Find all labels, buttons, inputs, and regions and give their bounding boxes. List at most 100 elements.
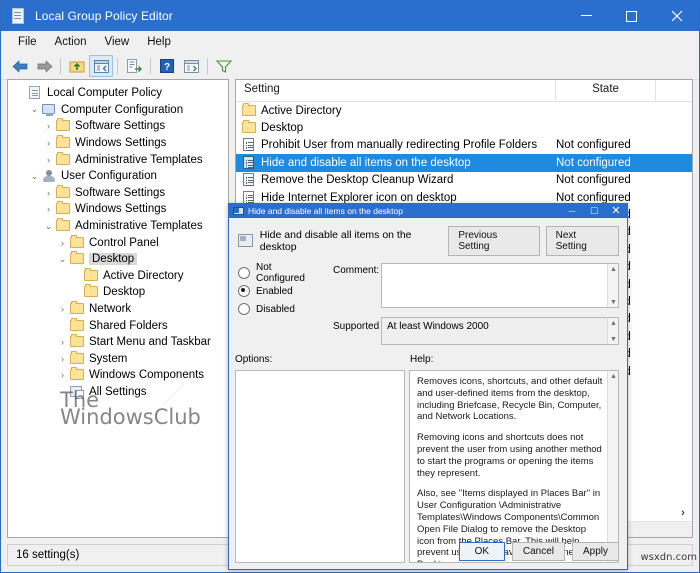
tree-item-all-settings[interactable]: All Settings bbox=[14, 384, 228, 401]
expander-icon[interactable]: ⌄ bbox=[28, 104, 41, 115]
list-cell-setting: Desktop bbox=[236, 121, 556, 135]
list-cell-state: Not configured bbox=[556, 192, 666, 204]
expander-icon[interactable]: › bbox=[56, 337, 69, 347]
show-hide-action-pane-icon[interactable] bbox=[179, 55, 203, 77]
expander-icon[interactable]: › bbox=[42, 155, 55, 165]
maximize-button[interactable] bbox=[609, 1, 654, 31]
tree-item-windows-components[interactable]: ›Windows Components bbox=[14, 367, 228, 384]
user-icon bbox=[41, 169, 57, 183]
forward-icon[interactable] bbox=[32, 55, 56, 77]
scroll-right-icon[interactable]: › bbox=[675, 505, 691, 521]
column-header-setting[interactable]: Setting bbox=[236, 80, 556, 101]
filter-icon[interactable] bbox=[212, 55, 236, 77]
dialog-minimize-button[interactable]: ─ bbox=[561, 204, 583, 218]
list-row[interactable]: Active Directory bbox=[236, 102, 692, 119]
show-hide-console-tree-icon[interactable] bbox=[89, 55, 113, 77]
help-panel[interactable]: Removes icons, shortcuts, and other defa… bbox=[409, 370, 619, 563]
radio-circle bbox=[238, 267, 250, 279]
tree-item-desktop[interactable]: Desktop bbox=[14, 284, 228, 301]
menu-action[interactable]: Action bbox=[46, 34, 96, 50]
tree-item-desktop[interactable]: ⌄Desktop bbox=[14, 251, 228, 268]
tree-item-start-menu-and-taskbar[interactable]: ›Start Menu and Taskbar bbox=[14, 334, 228, 351]
expander-icon[interactable]: › bbox=[56, 304, 69, 314]
expander-icon[interactable]: › bbox=[42, 188, 55, 198]
tree-item-shared-folders[interactable]: Shared Folders bbox=[14, 317, 228, 334]
supported-scrollbar[interactable]: ▲ ▼ bbox=[607, 318, 618, 344]
tree-item-software-settings[interactable]: ›Software Settings bbox=[14, 185, 228, 202]
toolbar-separator bbox=[150, 58, 151, 74]
menu-view[interactable]: View bbox=[96, 34, 139, 50]
back-icon[interactable] bbox=[8, 55, 32, 77]
radio-not-configured[interactable]: Not Configured bbox=[238, 264, 323, 282]
close-button[interactable] bbox=[654, 1, 699, 31]
tree-item-local-computer-policy[interactable]: Local Computer Policy bbox=[14, 85, 228, 102]
tree-item-label: Network bbox=[89, 303, 131, 315]
tree-item-active-directory[interactable]: Active Directory bbox=[14, 268, 228, 285]
expander-icon[interactable]: › bbox=[42, 204, 55, 214]
list-cell-state: Not configured bbox=[556, 174, 666, 186]
tree-item-administrative-templates[interactable]: ⌄Administrative Templates bbox=[14, 218, 228, 235]
tree-item-windows-settings[interactable]: › Windows Settings bbox=[14, 201, 228, 218]
radio-enabled[interactable]: Enabled bbox=[238, 282, 323, 300]
expander-icon[interactable]: ⌄ bbox=[42, 221, 55, 232]
menu-file[interactable]: File bbox=[9, 34, 46, 50]
policy-tree[interactable]: Local Computer Policy⌄Computer Configura… bbox=[8, 80, 228, 400]
column-header-state[interactable]: State bbox=[556, 80, 656, 101]
dialog-close-button[interactable]: ✕ bbox=[605, 204, 627, 218]
tree-item-software-settings[interactable]: ›Software Settings bbox=[14, 118, 228, 135]
folder-icon bbox=[55, 136, 71, 150]
list-cell-setting: Active Directory bbox=[236, 104, 556, 118]
tree-item-administrative-templates[interactable]: ›Administrative Templates bbox=[14, 151, 228, 168]
setting-icon bbox=[238, 234, 253, 248]
tree-item-label: Control Panel bbox=[89, 237, 159, 249]
ok-button[interactable]: OK bbox=[459, 542, 505, 561]
comment-scrollbar[interactable]: ▲ ▼ bbox=[607, 264, 618, 307]
scroll-up-icon[interactable]: ▲ bbox=[608, 371, 619, 381]
list-row[interactable]: Desktop bbox=[236, 119, 692, 136]
up-folder-icon[interactable] bbox=[65, 55, 89, 77]
dialog-maximize-button[interactable]: ☐ bbox=[583, 204, 605, 218]
tree-item-system[interactable]: › System bbox=[14, 351, 228, 368]
expander-icon[interactable]: ⌄ bbox=[28, 171, 41, 182]
expander-icon[interactable]: › bbox=[56, 238, 69, 248]
column-header-blank[interactable] bbox=[656, 80, 692, 101]
tree-item-computer-configuration[interactable]: ⌄Computer Configuration bbox=[14, 102, 228, 119]
scroll-down-icon[interactable]: ▼ bbox=[608, 334, 619, 344]
toolbar-separator bbox=[117, 58, 118, 74]
help-icon[interactable]: ? bbox=[155, 55, 179, 77]
expander-icon[interactable]: › bbox=[56, 354, 69, 364]
menu-help[interactable]: Help bbox=[138, 34, 180, 50]
export-list-icon[interactable] bbox=[122, 55, 146, 77]
scroll-up-icon[interactable]: ▲ bbox=[608, 264, 619, 274]
tree-item-control-panel[interactable]: › Control Panel bbox=[14, 234, 228, 251]
tree-item-label: System bbox=[89, 353, 127, 365]
expander-icon[interactable]: › bbox=[42, 121, 55, 131]
minimize-button[interactable] bbox=[564, 1, 609, 31]
tree-item-label: Windows Settings bbox=[75, 203, 166, 215]
list-setting-label: Remove the Desktop Cleanup Wizard bbox=[261, 174, 453, 186]
expander-icon[interactable]: ⌄ bbox=[56, 254, 69, 265]
next-setting-button[interactable]: Next Setting bbox=[546, 226, 619, 256]
expander-icon[interactable]: › bbox=[56, 370, 69, 380]
tree-item-network[interactable]: › Network bbox=[14, 301, 228, 318]
scroll-up-icon[interactable]: ▲ bbox=[608, 318, 619, 328]
options-panel[interactable] bbox=[235, 370, 405, 563]
list-row[interactable]: Hide and disable all items on the deskto… bbox=[236, 154, 692, 171]
expander-icon[interactable]: › bbox=[42, 138, 55, 148]
tree-item-windows-settings[interactable]: ›Windows Settings bbox=[14, 135, 228, 152]
list-row[interactable]: Prohibit User from manually redirecting … bbox=[236, 137, 692, 154]
cancel-button[interactable]: Cancel bbox=[512, 542, 565, 561]
list-row[interactable]: Remove the Desktop Cleanup Wizard Not con… bbox=[236, 172, 692, 189]
policy-editor-icon bbox=[11, 8, 26, 24]
tree-item-user-configuration[interactable]: ⌄User Configuration bbox=[14, 168, 228, 185]
console-tree-pane[interactable]: Local Computer Policy⌄Computer Configura… bbox=[7, 79, 229, 538]
window-controls bbox=[564, 1, 699, 31]
apply-button[interactable]: Apply bbox=[572, 542, 619, 561]
folder-icon bbox=[69, 368, 85, 382]
radio-disabled[interactable]: Disabled bbox=[238, 300, 323, 318]
help-scrollbar[interactable]: ▲ ▼ bbox=[607, 371, 618, 562]
scroll-down-icon[interactable]: ▼ bbox=[608, 297, 619, 307]
previous-setting-button[interactable]: Previous Setting bbox=[448, 226, 539, 256]
comment-input[interactable]: ▲ ▼ bbox=[381, 263, 619, 308]
list-setting-label: Active Directory bbox=[261, 105, 342, 117]
